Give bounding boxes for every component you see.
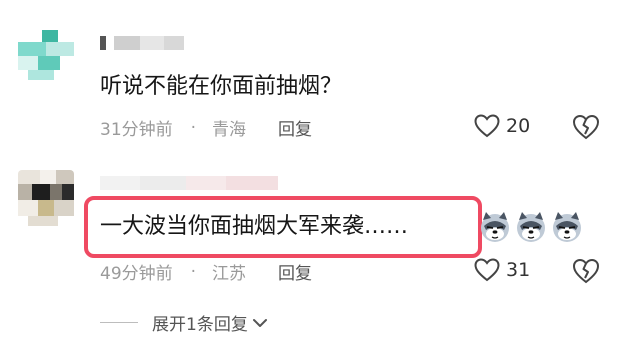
expand-replies-button[interactable]: 展开1条回复 xyxy=(100,310,268,335)
username-pixel xyxy=(114,36,140,50)
avatar-pixel xyxy=(18,42,46,56)
like-count: 31 xyxy=(506,259,531,281)
husky-dog-emoji-icon xyxy=(517,212,545,242)
reply-button[interactable]: 回复 xyxy=(278,115,312,140)
comment-time: 31分钟前 xyxy=(100,120,173,140)
comment-location: 青海 xyxy=(212,120,247,140)
username-pixel xyxy=(226,176,278,190)
meta-separator: · xyxy=(190,261,197,282)
avatar-pixel xyxy=(18,184,32,200)
meta-separator: · xyxy=(190,117,197,138)
avatar-pixel xyxy=(54,200,74,216)
avatar-pixel xyxy=(56,170,74,184)
avatar-pixel xyxy=(62,184,74,200)
emoji-group xyxy=(478,210,584,244)
like-button[interactable]: 31 xyxy=(474,258,530,282)
heart-icon xyxy=(474,114,500,138)
username-pixel xyxy=(140,36,164,50)
avatar-pixel xyxy=(40,170,56,184)
husky-dog-emoji-icon xyxy=(553,212,581,242)
highlight-box xyxy=(84,196,482,258)
avatar-pixel xyxy=(38,200,54,216)
broken-heart-icon xyxy=(572,114,600,140)
username-pixel xyxy=(186,176,226,190)
husky-dog-emoji-icon xyxy=(481,212,509,242)
dislike-button[interactable] xyxy=(572,114,600,144)
heart-icon xyxy=(474,258,500,282)
avatar-pixel xyxy=(28,216,58,226)
comment-text[interactable]: 听说不能在你面前抽烟？ xyxy=(100,72,342,102)
username-pixel xyxy=(140,176,186,190)
dislike-button[interactable] xyxy=(572,258,600,288)
username-pixel xyxy=(164,36,184,50)
like-button[interactable]: 20 xyxy=(474,114,530,138)
comment-meta: 31分钟前 · 青海 回复 xyxy=(100,115,312,141)
avatar-pixel xyxy=(46,42,74,56)
broken-heart-icon xyxy=(572,258,600,284)
avatar-pixel xyxy=(18,170,40,184)
avatar[interactable] xyxy=(18,170,74,226)
avatar-pixel xyxy=(18,56,38,70)
username-blurred[interactable] xyxy=(100,172,290,194)
expand-replies-label: 展开1条回复 xyxy=(152,315,248,335)
comment-meta: 49分钟前 · 江苏 回复 xyxy=(100,259,312,285)
avatar-pixel xyxy=(32,184,50,200)
comment-time: 49分钟前 xyxy=(100,264,173,284)
username-blurred[interactable] xyxy=(100,32,192,54)
comment-location: 江苏 xyxy=(212,264,247,284)
divider-line xyxy=(100,322,138,323)
avatar-pixel xyxy=(42,30,58,42)
avatar[interactable] xyxy=(18,30,74,86)
avatar-pixel xyxy=(18,200,38,216)
avatar-pixel xyxy=(50,184,62,200)
avatar-pixel xyxy=(28,70,54,80)
avatar-pixel xyxy=(38,56,60,70)
username-pixel xyxy=(100,176,140,190)
like-count: 20 xyxy=(506,115,531,137)
username-pixel xyxy=(100,36,106,50)
reply-button[interactable]: 回复 xyxy=(278,259,312,284)
chevron-down-icon xyxy=(252,318,267,327)
